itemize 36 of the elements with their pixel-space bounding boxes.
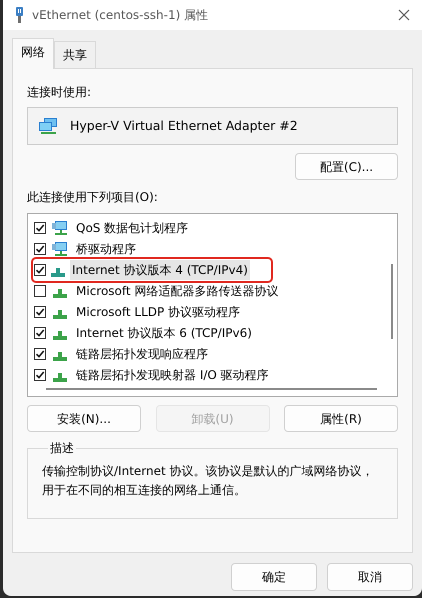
checkbox[interactable] [34,326,46,338]
network-adapter-icon [15,7,24,23]
close-icon[interactable] [398,9,410,21]
list-item[interactable]: Internet 协议版本 4 (TCP/IPv4) [70,260,250,280]
checkbox[interactable] [34,264,46,276]
list-item[interactable]: 链路层拓扑发现响应程序 [74,344,210,364]
network-computer-icon [52,242,68,256]
list-item[interactable]: 桥驱动程序 [74,238,138,258]
checkbox[interactable] [34,284,46,296]
checkbox[interactable] [34,368,46,380]
checkbox[interactable] [34,306,46,318]
checkbox[interactable] [34,242,46,254]
list-item[interactable]: QoS 数据包计划程序 [74,218,190,238]
cancel-button[interactable]: 取消 [327,563,413,591]
tab[interactable]: 网络 [12,38,54,69]
tab[interactable]: 共享 [54,41,96,68]
network-computers-icon [38,118,58,134]
checkbox[interactable] [34,222,46,234]
description-text: 传输控制协议/Internet 协议。该协议是默认的广域网络协议，用于在不同的相互连接的网络上通信。 [42,463,375,500]
action-button[interactable]: 属性(R) [284,405,398,432]
scrollbar-thumb[interactable] [391,264,393,339]
adapter-field: Hyper-V Virtual Ethernet Adapter #2 [27,107,398,145]
network-computer-icon [52,220,68,234]
list-item[interactable]: Microsoft LLDP 协议驱动程序 [74,302,242,322]
section-label: 连接时使用: [27,84,92,101]
ok-button[interactable]: 确定 [231,563,317,591]
list-item[interactable]: 链路层拓扑发现映射器 I/O 驱动程序 [74,364,271,382]
group-label: 描述 [49,442,75,454]
list-item[interactable]: Microsoft 网络适配器多路传送器协议 [74,280,280,300]
scrollbar-thumb[interactable] [46,388,377,390]
list-item[interactable]: Internet 协议版本 6 (TCP/IPv6) [74,322,254,342]
action-button[interactable]: 安装(N)... [27,405,141,432]
window-title: vEthernet (centos-ssh-1) 属性 [32,7,210,24]
section-label: 此连接使用下列项目(O): [27,189,159,206]
checkbox[interactable] [34,348,46,360]
configure-button[interactable]: 配置(C)... [295,153,398,180]
